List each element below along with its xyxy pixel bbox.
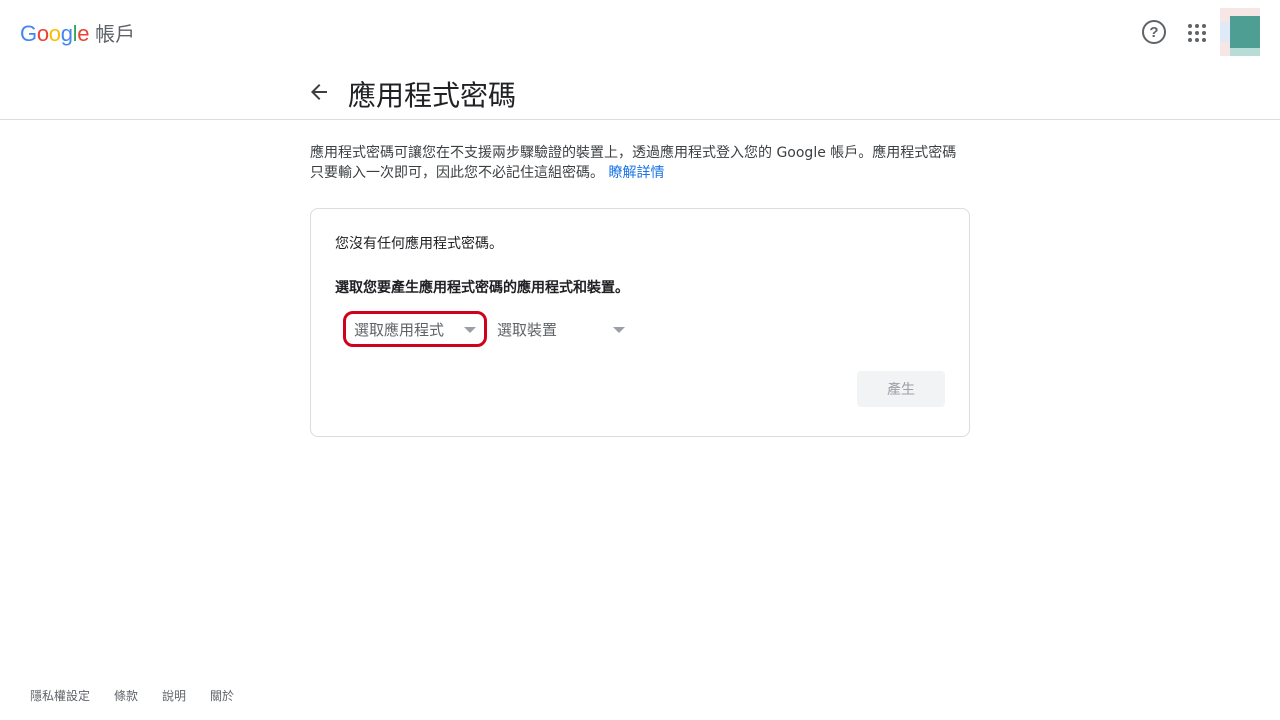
learn-more-link[interactable]: 瞭解詳情 — [608, 165, 664, 181]
help-circle-icon[interactable]: ? — [1142, 20, 1166, 44]
instruction-text: 選取您要產生應用程式密碼的應用程式和裝置。 — [335, 280, 629, 296]
logo-letter: g — [60, 21, 73, 46]
apps-dot — [1195, 24, 1199, 28]
arrow-left-icon[interactable] — [307, 80, 331, 104]
avatar-tile — [1230, 48, 1260, 56]
arrow-left-svg — [311, 84, 327, 100]
app-password-card: 您沒有任何應用程式密碼。 選取您要產生應用程式密碼的應用程式和裝置。 選取應用程… — [310, 208, 970, 437]
help-glyph: ? — [1149, 23, 1159, 41]
caret-down-icon — [613, 327, 625, 333]
select-app-dropdown[interactable]: 選取應用程式 — [343, 311, 487, 347]
apps-dot — [1202, 38, 1206, 42]
apps-dot — [1188, 38, 1192, 42]
apps-dot — [1202, 24, 1206, 28]
avatar[interactable] — [1220, 8, 1260, 56]
logo-letter: o — [48, 21, 61, 46]
select-device-dropdown[interactable]: 選取裝置 — [497, 311, 631, 347]
avatar-tile — [1220, 22, 1230, 42]
logo-letter: e — [77, 21, 90, 46]
description-text: 應用程式密碼可讓您在不支援兩步驟驗證的裝置上，透過應用程式登入您的 Google… — [310, 143, 970, 183]
select-app-label: 選取應用程式 — [354, 320, 445, 339]
footer-link-about[interactable]: 關於 — [210, 687, 234, 704]
apps-dot — [1188, 24, 1192, 28]
generate-button[interactable]: 產生 — [857, 371, 945, 407]
empty-state-message: 您沒有任何應用程式密碼。 — [335, 236, 503, 252]
apps-dot — [1202, 31, 1206, 35]
footer-link-privacy[interactable]: 隱私權設定 — [30, 687, 90, 704]
apps-dot — [1195, 31, 1199, 35]
logo-letter: G — [20, 21, 37, 46]
google-wordmark: Google — [20, 21, 89, 47]
avatar-tile — [1230, 16, 1260, 48]
header-divider — [0, 119, 1280, 120]
app-passwords-page: Google 帳戶 ? 應用程式密碼 應用程式密碼可讓您在不支援兩步驟驗證的裝置… — [0, 0, 1280, 720]
footer-link-terms[interactable]: 條款 — [114, 687, 138, 704]
apps-grid-icon[interactable] — [1188, 24, 1206, 42]
product-name: 帳戶 — [95, 22, 136, 46]
google-account-logo[interactable]: Google 帳戶 — [20, 18, 135, 47]
page-title: 應用程式密碼 — [348, 79, 517, 112]
caret-down-icon — [464, 327, 476, 333]
footer: 隱私權設定 條款 說明 關於 — [30, 687, 258, 704]
select-device-label: 選取裝置 — [497, 320, 558, 339]
apps-dot — [1195, 38, 1199, 42]
footer-link-help[interactable]: 說明 — [162, 687, 186, 704]
logo-letter: o — [36, 21, 49, 46]
apps-dot — [1188, 31, 1192, 35]
